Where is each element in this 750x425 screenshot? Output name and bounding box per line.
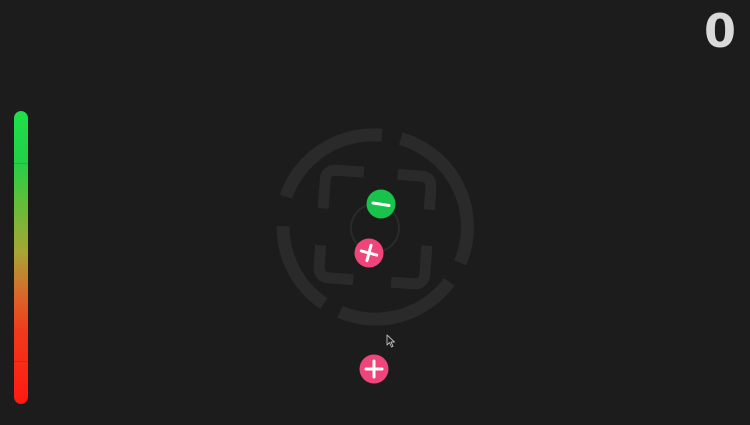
minus-token[interactable]	[366, 189, 396, 219]
play-arena	[276, 128, 474, 384]
mouse-cursor-icon	[386, 334, 395, 348]
plus-token[interactable]	[359, 354, 389, 384]
target-ring-outer	[276, 128, 474, 326]
game-stage[interactable]: 0	[0, 0, 750, 425]
target-square	[313, 164, 437, 290]
plus-token[interactable]	[354, 238, 384, 268]
